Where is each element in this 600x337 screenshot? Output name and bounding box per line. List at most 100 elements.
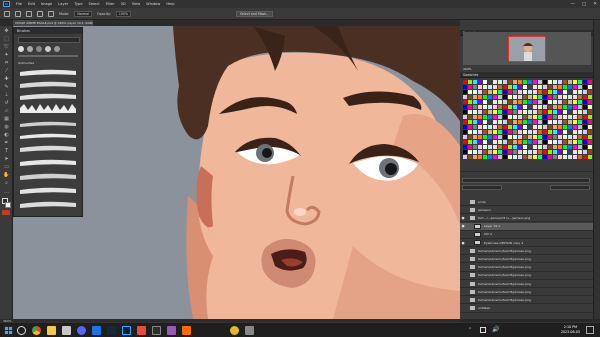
color-swatch[interactable]: [573, 100, 577, 104]
color-swatch[interactable]: [478, 150, 482, 154]
color-swatch[interactable]: [503, 95, 507, 99]
color-swatch[interactable]: [543, 80, 547, 84]
color-swatch[interactable]: [488, 155, 492, 159]
color-swatch[interactable]: [488, 130, 492, 134]
color-swatch[interactable]: [488, 135, 492, 139]
color-swatch[interactable]: [553, 120, 557, 124]
color-swatch[interactable]: [533, 120, 537, 124]
color-swatch[interactable]: [508, 155, 512, 159]
color-swatch[interactable]: [568, 155, 572, 159]
color-swatch[interactable]: [568, 120, 572, 124]
mode-select[interactable]: Normal: [74, 10, 92, 17]
color-swatch[interactable]: [518, 135, 522, 139]
color-swatch[interactable]: [508, 105, 512, 109]
color-swatch[interactable]: [468, 110, 472, 114]
color-swatch[interactable]: [463, 95, 467, 99]
pen-tool-icon[interactable]: ✒: [3, 140, 10, 146]
color-swatch[interactable]: [533, 110, 537, 114]
color-swatch[interactable]: [528, 115, 532, 119]
navigator-zoom-value[interactable]: 469%: [463, 67, 472, 71]
taskbar-clock[interactable]: 2:10 PM 2023-08-03: [561, 325, 580, 335]
color-swatch[interactable]: [508, 125, 512, 129]
layer-row[interactable]: fact/amod/remo/fail/d3/jameso.png: [460, 296, 593, 305]
color-swatch[interactable]: [473, 145, 477, 149]
color-swatch[interactable]: [573, 135, 577, 139]
color-swatch[interactable]: [548, 115, 552, 119]
color-swatch[interactable]: [588, 140, 592, 144]
color-swatch[interactable]: [578, 110, 582, 114]
color-swatch[interactable]: [508, 135, 512, 139]
color-swatch[interactable]: [578, 145, 582, 149]
color-swatch[interactable]: [508, 95, 512, 99]
color-swatch[interactable]: [473, 100, 477, 104]
start-icon[interactable]: [4, 326, 13, 335]
color-swatch[interactable]: [543, 145, 547, 149]
app-icon-2[interactable]: [92, 326, 101, 335]
quick-mask-icon[interactable]: [2, 210, 10, 215]
color-swatch[interactable]: [533, 145, 537, 149]
color-swatch[interactable]: [473, 95, 477, 99]
opacity-field[interactable]: 100%: [115, 10, 131, 17]
color-swatch[interactable]: [568, 95, 572, 99]
color-swatch[interactable]: [588, 85, 592, 89]
color-swatch[interactable]: [588, 135, 592, 139]
color-swatch[interactable]: [478, 135, 482, 139]
color-swatch[interactable]: [573, 115, 577, 119]
color-swatch[interactable]: [538, 150, 542, 154]
swatches-grid[interactable]: [461, 78, 592, 164]
brush-tool-icon[interactable]: ✎: [3, 84, 10, 90]
color-swatch[interactable]: [478, 115, 482, 119]
color-swatch[interactable]: [543, 110, 547, 114]
color-swatch[interactable]: [518, 105, 522, 109]
eraser-tool-icon[interactable]: ▱: [3, 108, 10, 114]
color-swatch[interactable]: [583, 105, 587, 109]
color-swatch[interactable]: [478, 110, 482, 114]
color-swatch[interactable]: [543, 150, 547, 154]
color-swatch[interactable]: [498, 140, 502, 144]
color-swatch[interactable]: [473, 105, 477, 109]
layer-row[interactable]: ● Layer 19.1: [460, 222, 593, 231]
layer-row[interactable]: ● fact.../.../james/d3 (v.../jameso.png: [460, 214, 593, 223]
color-swatch[interactable]: [493, 80, 497, 84]
color-swatch[interactable]: [463, 110, 467, 114]
color-swatch[interactable]: [498, 80, 502, 84]
color-swatch[interactable]: [518, 100, 522, 104]
healing-tool-icon[interactable]: ✚: [3, 76, 10, 82]
color-swatch[interactable]: [558, 110, 562, 114]
color-swatch[interactable]: [563, 145, 567, 149]
color-swatch[interactable]: [513, 90, 517, 94]
color-swatch[interactable]: [503, 100, 507, 104]
visibility-eye-icon[interactable]: ●: [460, 216, 466, 220]
color-swatch[interactable]: [588, 115, 592, 119]
color-swatch[interactable]: [468, 120, 472, 124]
subtract-selection-icon[interactable]: [48, 10, 54, 17]
color-swatch[interactable]: [538, 155, 542, 159]
color-swatch[interactable]: [518, 140, 522, 144]
color-swatch[interactable]: [513, 115, 517, 119]
color-swatch[interactable]: [498, 100, 502, 104]
color-swatch[interactable]: [528, 130, 532, 134]
move-tool-icon[interactable]: ✥: [3, 28, 10, 34]
color-swatch[interactable]: [493, 105, 497, 109]
color-swatch[interactable]: [523, 130, 527, 134]
color-swatch[interactable]: [473, 150, 477, 154]
color-swatch[interactable]: [558, 85, 562, 89]
color-swatch[interactable]: [588, 155, 592, 159]
color-swatch[interactable]: [488, 120, 492, 124]
app-icon-5[interactable]: [167, 326, 176, 335]
color-swatch[interactable]: [548, 100, 552, 104]
color-swatch[interactable]: [493, 115, 497, 119]
color-swatch[interactable]: [578, 80, 582, 84]
color-swatch[interactable]: [468, 100, 472, 104]
lock-controls[interactable]: [462, 192, 590, 196]
color-swatch[interactable]: [588, 130, 592, 134]
color-swatch[interactable]: [503, 105, 507, 109]
color-swatch[interactable]: [488, 85, 492, 89]
color-swatch[interactable]: [558, 150, 562, 154]
color-swatch[interactable]: [523, 110, 527, 114]
color-swatch[interactable]: [533, 100, 537, 104]
color-swatch[interactable]: [543, 130, 547, 134]
dodge-tool-icon[interactable]: ◐: [3, 132, 10, 138]
app-icon-3[interactable]: [137, 326, 146, 335]
color-swatch[interactable]: [468, 130, 472, 134]
